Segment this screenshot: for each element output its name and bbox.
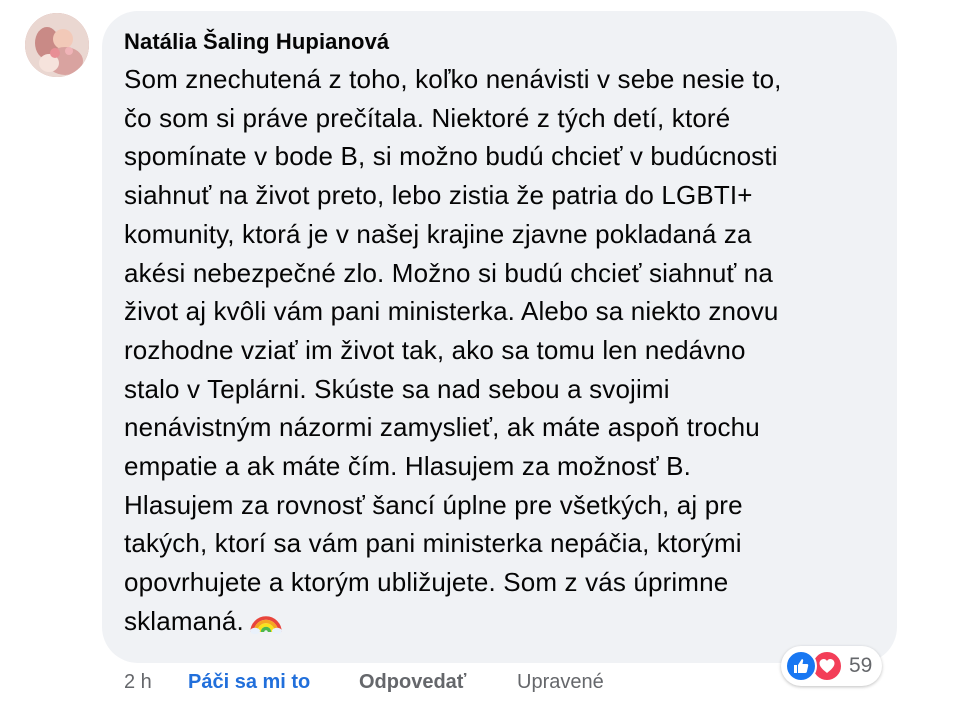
- reaction-count: 59: [849, 654, 873, 677]
- rainbow-emoji-icon: [249, 604, 282, 645]
- comment-line-last: sklamaná.: [124, 602, 884, 645]
- comment-line: nenávistným názormi zamyslieť, ak máte a…: [124, 412, 760, 443]
- comment-line: siahnuť na život preto, lebo zistia že p…: [124, 180, 753, 211]
- comment-line: rozhodne vziať im život tak, ako sa tomu…: [124, 334, 746, 365]
- comment-text: Som znechutená z toho, koľko nenávisti v…: [124, 60, 884, 645]
- comment-line: spomínate v bode B, si možno budú chcieť…: [124, 141, 778, 172]
- comment: Natália Šaling Hupianová Som znechutená …: [0, 0, 973, 704]
- comment-line: opovrhujete a ktorým ubližujete. Som z v…: [124, 567, 729, 598]
- comment-line: takých, ktorí sa vám pani ministerka nep…: [124, 528, 742, 559]
- avatar[interactable]: [25, 13, 89, 77]
- comment-line: komunity, ktorá je v našej krajine zjavn…: [124, 218, 752, 249]
- comment-line: Hlasujem za rovnosť šancí úplne pre všet…: [124, 489, 743, 520]
- like-button[interactable]: Páči sa mi to: [188, 671, 310, 694]
- comment-line: Som znechutená z toho, koľko nenávisti v…: [124, 64, 782, 94]
- comment-line: sklamaná.: [124, 605, 244, 636]
- comment-timestamp[interactable]: 2 h: [124, 671, 152, 694]
- edited-label[interactable]: Upravené: [517, 671, 604, 694]
- comment-line: čo som si práve prečítala. Niektoré z tý…: [124, 102, 731, 133]
- comment-line: empatie a ak máte čím. Hlasujem za možno…: [124, 451, 692, 482]
- reaction-summary[interactable]: 59: [781, 646, 883, 686]
- like-icon: [785, 650, 817, 682]
- comment-line: život aj kvôli vám pani ministerka. Aleb…: [124, 296, 779, 327]
- reply-button[interactable]: Odpovedať: [359, 671, 466, 694]
- comment-line: akési nebezpečné zlo. Možno si budú chci…: [124, 257, 773, 288]
- comment-line: stalo v Teplárni. Skúste sa nad sebou a …: [124, 373, 670, 404]
- comment-author[interactable]: Natália Šaling Hupianová: [124, 29, 389, 55]
